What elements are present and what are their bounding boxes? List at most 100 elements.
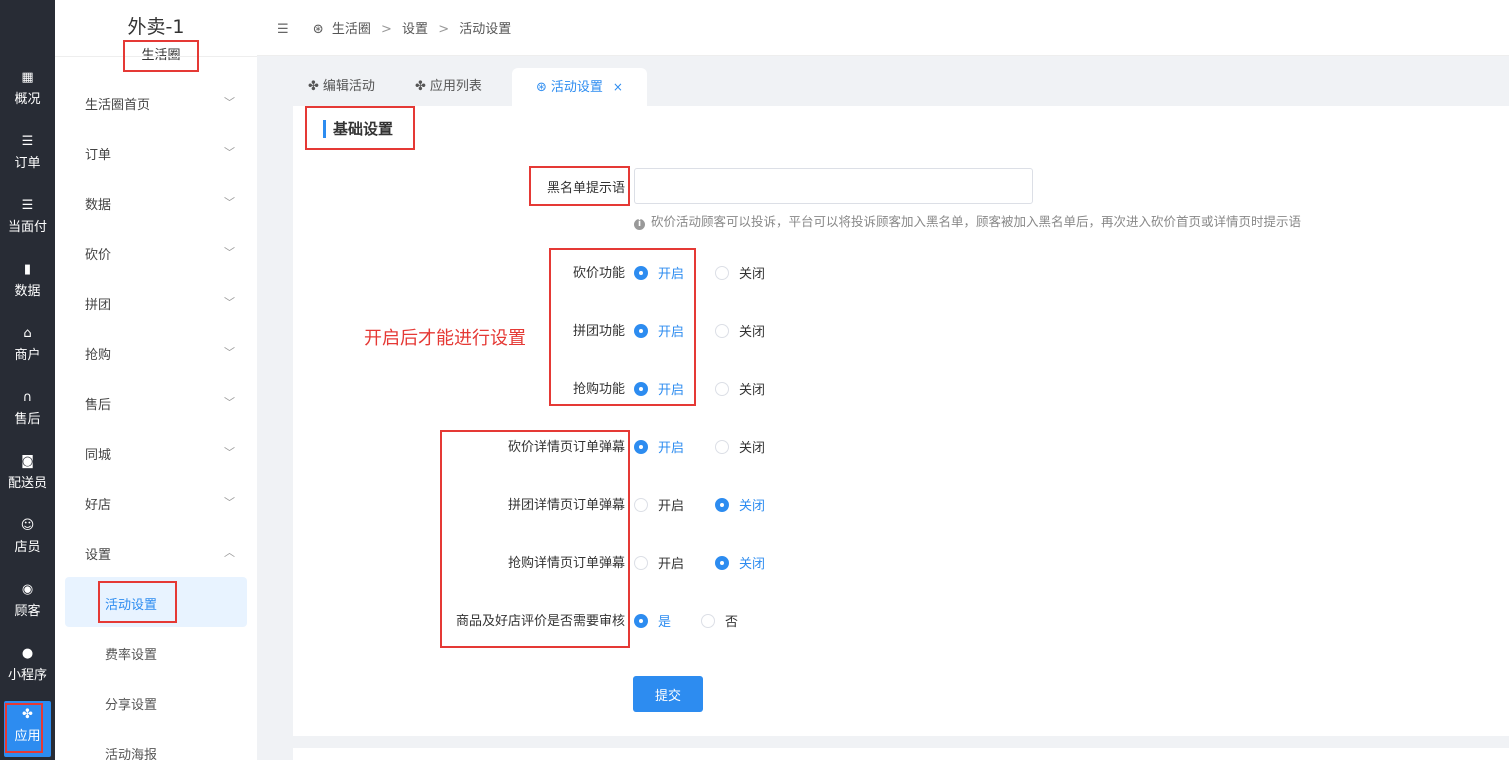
- bargain-barrage-on-radio[interactable]: 开启: [634, 437, 684, 456]
- menu-item-label: 抢购: [85, 348, 112, 363]
- rail-item-data[interactable]: ▮ 数据: [0, 256, 55, 312]
- radio-label: 开启: [658, 383, 685, 398]
- radio-label: 关闭: [739, 441, 766, 456]
- flashsale-on-radio[interactable]: 开启: [634, 379, 684, 398]
- review-audit-no-radio[interactable]: 否: [701, 611, 738, 630]
- radio-label: 是: [658, 615, 672, 630]
- bargain-feature-label: 砍价功能: [572, 266, 625, 281]
- rail-item-staff[interactable]: ☺ 店员: [0, 512, 55, 568]
- menu-item-groupbuy[interactable]: 拼团 ﹀: [85, 294, 235, 314]
- radio-dot: [715, 439, 729, 454]
- flashsale-barrage-off-radio[interactable]: 关闭: [715, 553, 765, 572]
- rail-item-overview[interactable]: ▦ 概况: [0, 64, 55, 120]
- info-icon: i: [634, 219, 645, 230]
- bar-chart-icon: ▮: [23, 262, 32, 277]
- bargain-off-radio[interactable]: 关闭: [715, 263, 765, 282]
- rail-item-courier[interactable]: ◙ 配送员: [0, 448, 55, 504]
- rail-item-label: 售后: [14, 412, 41, 427]
- groupbuy-off-radio[interactable]: 关闭: [715, 321, 765, 340]
- apps-icon: ✤: [308, 79, 319, 94]
- chevron-down-icon: ﹀: [224, 96, 235, 109]
- next-panel: [293, 748, 1509, 760]
- apps-icon: ✤: [22, 707, 33, 722]
- user-circle-icon: ◉: [21, 582, 34, 597]
- close-icon[interactable]: ×: [613, 80, 623, 94]
- delivery-icon: ◙: [21, 454, 34, 469]
- chevron-down-icon: ﹀: [224, 296, 235, 309]
- tab-app-list[interactable]: ✤ 应用列表: [415, 68, 482, 106]
- app-rail: ▦ 概况 ☰ 订单 ☰ 当面付 ▮ 数据 ⌂ 商户 ∩ 售后 ◙ 配送员 ☺ 店员 ◉ 顾客 ● 小…: [0, 0, 55, 760]
- radio-dot: [634, 323, 648, 338]
- flashsale-feature-label: 抢购功能: [572, 382, 625, 397]
- collapse-menu-icon[interactable]: ☰: [277, 22, 289, 37]
- grid-icon: ▦: [21, 70, 34, 85]
- radio-label: 否: [725, 615, 739, 630]
- rail-item-label: 订单: [14, 156, 41, 171]
- menu-item-data[interactable]: 数据 ﹀: [85, 194, 235, 214]
- groupbuy-barrage-off-radio[interactable]: 关闭: [715, 495, 765, 514]
- radio-label: 开启: [658, 557, 685, 572]
- chevron-down-icon: ﹀: [224, 346, 235, 359]
- wechat-icon: ●: [21, 646, 34, 661]
- rail-item-label: 顾客: [14, 604, 41, 619]
- bargain-barrage-off-radio[interactable]: 关闭: [715, 437, 765, 456]
- menu-item-orders[interactable]: 订单 ﹀: [85, 144, 235, 164]
- blacklist-message-input[interactable]: [634, 168, 1033, 204]
- radio-label: 关闭: [739, 267, 766, 282]
- groupbuy-on-radio[interactable]: 开启: [634, 321, 684, 340]
- top-bar: ☰ ⊛ 生活圈 > 设置 > 活动设置: [257, 0, 1509, 56]
- menu-item-samecity[interactable]: 同城 ﹀: [85, 444, 235, 464]
- rail-item-label: 店员: [14, 540, 41, 555]
- flashsale-barrage-on-radio[interactable]: 开启: [634, 553, 684, 572]
- radio-dot: [715, 555, 729, 570]
- radio-dot: [634, 439, 648, 454]
- breadcrumb-item[interactable]: 生活圈: [332, 22, 371, 37]
- groupbuy-barrage-on-radio[interactable]: 开启: [634, 495, 684, 514]
- section-title: 基础设置: [333, 120, 394, 138]
- submenu-item-share-settings[interactable]: 分享设置: [105, 694, 157, 713]
- store-icon: ⌂: [23, 326, 32, 341]
- flashsale-barrage-label: 抢购详情页订单弹幕: [507, 556, 625, 571]
- submit-button[interactable]: 提交: [633, 676, 703, 712]
- submenu-item-fee-settings[interactable]: 费率设置: [105, 644, 157, 663]
- rail-item-label: 数据: [14, 284, 41, 299]
- menu-item-bargain[interactable]: 砍价 ﹀: [85, 244, 235, 264]
- groupbuy-feature-label: 拼团功能: [572, 324, 625, 339]
- menu-item-home[interactable]: 生活圈首页 ﹀: [85, 94, 235, 114]
- chevron-down-icon: ﹀: [224, 146, 235, 159]
- menu-item-flashsale[interactable]: 抢购 ﹀: [85, 344, 235, 364]
- breadcrumb-item[interactable]: 设置: [402, 22, 428, 37]
- list-icon: ☰: [21, 134, 34, 149]
- menu-item-settings[interactable]: 设置 ︿: [85, 544, 235, 564]
- menu-item-goodshop[interactable]: 好店 ﹀: [85, 494, 235, 514]
- bargain-on-radio[interactable]: 开启: [634, 263, 684, 282]
- review-audit-label: 商品及好店评价是否需要审核: [455, 614, 625, 629]
- annotation-text: 开启后才能进行设置: [364, 328, 526, 349]
- rail-item-customer[interactable]: ◉ 顾客: [0, 576, 55, 632]
- tab-activity-settings[interactable]: ⊛ 活动设置 ×: [512, 68, 647, 106]
- rail-item-miniprogram[interactable]: ● 小程序: [0, 640, 55, 696]
- chevron-down-icon: ﹀: [224, 396, 235, 409]
- rail-item-label: 当面付: [7, 220, 47, 235]
- submenu-item-activity-settings[interactable]: 活动设置: [105, 594, 157, 613]
- rail-item-merchant[interactable]: ⌂ 商户: [0, 320, 55, 376]
- chevron-down-icon: ﹀: [224, 196, 235, 209]
- review-audit-yes-radio[interactable]: 是: [634, 611, 671, 630]
- tab-edit-activity[interactable]: ✤ 编辑活动: [308, 68, 375, 106]
- chevron-up-icon: ︿: [224, 546, 235, 559]
- radio-label: 关闭: [739, 325, 766, 340]
- rail-item-aftersale[interactable]: ∩ 售后: [0, 384, 55, 440]
- rail-item-orders[interactable]: ☰ 订单: [0, 128, 55, 184]
- rail-item-apps[interactable]: ✤ 应用: [4, 701, 51, 757]
- submenu-item-activity-poster[interactable]: 活动海报: [105, 744, 157, 760]
- menu-item-aftersale[interactable]: 售后 ﹀: [85, 394, 235, 414]
- radio-label: 开启: [658, 325, 685, 340]
- radio-label: 开启: [658, 267, 685, 282]
- breadcrumb-separator: >: [438, 22, 450, 37]
- flashsale-off-radio[interactable]: 关闭: [715, 379, 765, 398]
- chevron-down-icon: ﹀: [224, 496, 235, 509]
- rail-item-facepay[interactable]: ☰ 当面付: [0, 192, 55, 248]
- menu-item-label: 售后: [85, 398, 112, 413]
- radio-label: 关闭: [739, 499, 766, 514]
- menu-item-label: 拼团: [85, 298, 112, 313]
